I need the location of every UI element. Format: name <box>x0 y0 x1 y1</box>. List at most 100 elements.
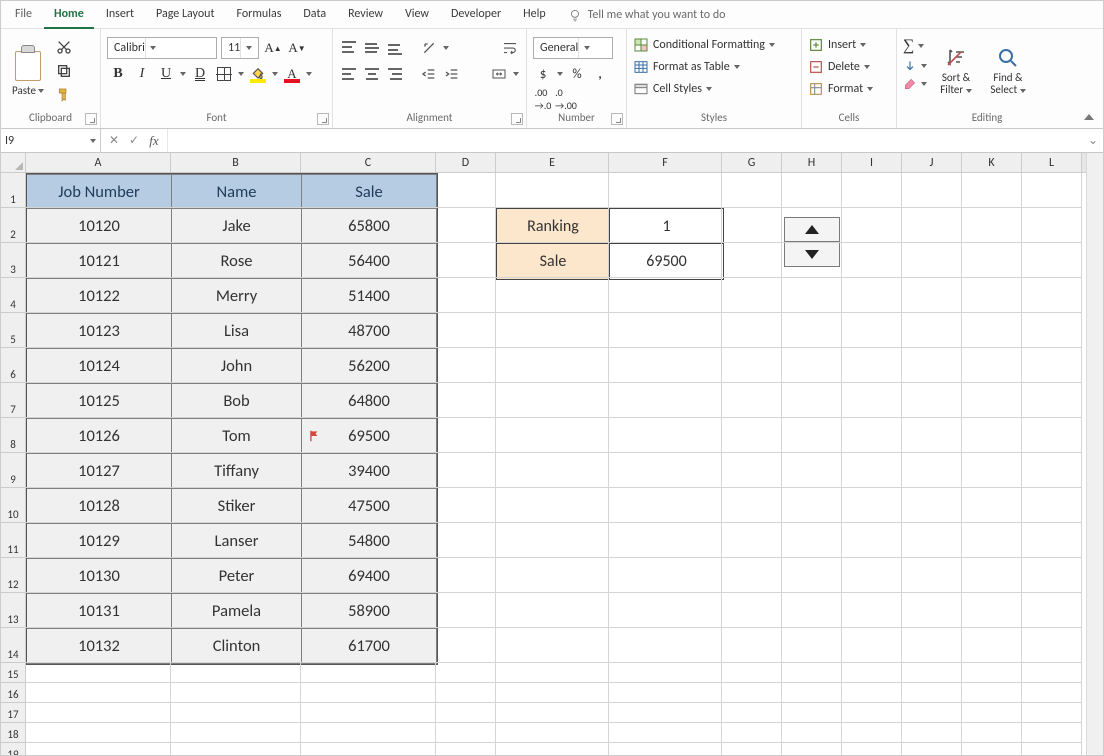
group-label-number: Number <box>533 109 620 128</box>
lightbulb-icon <box>568 8 582 22</box>
col-header-A[interactable]: A <box>26 153 171 172</box>
tab-data[interactable]: Data <box>293 2 336 27</box>
col-header-H[interactable]: H <box>782 153 842 172</box>
borders-dropdown[interactable] <box>237 63 245 85</box>
col-header-J[interactable]: J <box>902 153 962 172</box>
tab-review[interactable]: Review <box>338 2 393 27</box>
decrease-indent-button[interactable] <box>419 64 439 84</box>
accounting-format-button[interactable]: $ <box>533 64 553 84</box>
decrease-decimal-button[interactable]: .0→.00 <box>556 89 576 109</box>
fill-button[interactable] <box>903 59 927 73</box>
merge-dropdown[interactable] <box>512 63 520 85</box>
cancel-formula-button[interactable]: ✕ <box>105 132 123 150</box>
underline-dropdown[interactable] <box>179 63 187 85</box>
tab-page-layout[interactable]: Page Layout <box>146 2 224 27</box>
cells[interactable]: Job NumberNameSale10120Jake6580010121Ros… <box>26 173 1103 755</box>
cell-styles-button[interactable]: Cell Styles <box>633 81 795 97</box>
row-headers[interactable]: 1234567891011121314151617181920212223242… <box>1 173 26 755</box>
underline-button[interactable]: U <box>155 63 177 85</box>
collapse-ribbon-button[interactable] <box>1081 110 1097 124</box>
tab-view[interactable]: View <box>395 2 439 27</box>
group-styles: Conditional Formatting Format as Table C… <box>627 29 802 128</box>
col-header-G[interactable]: G <box>722 153 782 172</box>
formula-input[interactable] <box>168 129 1083 152</box>
tell-me-search[interactable]: Tell me what you want to do <box>568 8 726 22</box>
borders-button[interactable] <box>213 64 235 84</box>
align-middle-button[interactable] <box>362 38 382 58</box>
group-clipboard: Paste Clipboard <box>1 29 101 128</box>
format-cells-button[interactable]: Format <box>808 81 890 97</box>
font-name-combo[interactable]: Calibri <box>107 37 217 59</box>
clipboard-expand-icon[interactable] <box>85 113 97 125</box>
increase-font-button[interactable]: A▲ <box>263 38 283 58</box>
increase-indent-button[interactable] <box>442 64 462 84</box>
tab-file[interactable]: File <box>5 2 42 27</box>
paste-button[interactable]: Paste <box>7 33 49 109</box>
copy-button[interactable] <box>53 61 75 81</box>
col-header-L[interactable]: L <box>1022 153 1082 172</box>
accounting-dropdown[interactable] <box>556 63 564 85</box>
comma-button[interactable]: , <box>590 64 610 84</box>
expand-formula-bar-button[interactable]: ⌄ <box>1083 133 1103 148</box>
font-color-button[interactable]: A <box>281 64 303 84</box>
group-label-alignment: Alignment <box>339 109 520 128</box>
italic-button[interactable]: I <box>131 63 153 85</box>
double-underline-button[interactable]: D <box>189 63 211 85</box>
conditional-formatting-button[interactable]: Conditional Formatting <box>633 37 795 53</box>
align-top-button[interactable] <box>339 38 359 58</box>
number-format-combo[interactable]: General <box>533 37 613 59</box>
vertical-scrollbar[interactable] <box>1086 153 1103 755</box>
align-right-button[interactable] <box>385 64 405 84</box>
fill-color-dropdown[interactable] <box>271 63 279 85</box>
font-size-combo[interactable]: 11 <box>221 37 259 59</box>
tab-insert[interactable]: Insert <box>96 2 144 27</box>
sort-filter-button[interactable]: Sort & Filter <box>933 33 979 109</box>
align-left-button[interactable] <box>339 64 359 84</box>
col-header-K[interactable]: K <box>962 153 1022 172</box>
cut-button[interactable] <box>53 37 75 57</box>
percent-button[interactable]: % <box>567 64 587 84</box>
bold-button[interactable]: B <box>107 63 129 85</box>
autosum-button[interactable]: ∑ <box>903 37 927 55</box>
worksheet[interactable]: ABCDEFGHIJKL 123456789101112131415161718… <box>1 153 1103 755</box>
align-bottom-button[interactable] <box>385 38 405 58</box>
tab-help[interactable]: Help <box>513 2 556 27</box>
clipboard-icon <box>13 45 43 81</box>
font-expand-icon[interactable] <box>317 113 329 125</box>
tab-developer[interactable]: Developer <box>441 2 511 27</box>
fill-color-button[interactable] <box>247 64 269 84</box>
orientation-dropdown[interactable] <box>442 37 450 59</box>
increase-decimal-button[interactable]: .00→.0 <box>533 89 553 109</box>
format-as-table-button[interactable]: Format as Table <box>633 59 795 75</box>
find-select-button[interactable]: Find & Select <box>985 33 1031 109</box>
decrease-font-button[interactable]: A▼ <box>287 38 307 58</box>
delete-cells-button[interactable]: Delete <box>808 59 890 75</box>
group-label-styles: Styles <box>633 109 795 128</box>
col-header-C[interactable]: C <box>301 153 436 172</box>
insert-cells-button[interactable]: Insert <box>808 37 890 53</box>
name-box[interactable]: I9 <box>1 129 101 152</box>
col-header-I[interactable]: I <box>842 153 902 172</box>
number-expand-icon[interactable] <box>611 113 623 125</box>
tab-formulas[interactable]: Formulas <box>226 2 291 27</box>
font-color-dropdown[interactable] <box>305 63 313 85</box>
format-painter-button[interactable] <box>53 85 75 105</box>
fx-icon[interactable]: fx <box>145 132 163 150</box>
orientation-button[interactable] <box>419 38 439 58</box>
wrap-text-button[interactable] <box>500 38 520 58</box>
column-headers[interactable]: ABCDEFGHIJKL <box>26 153 1103 173</box>
tab-home[interactable]: Home <box>44 2 94 29</box>
enter-formula-button[interactable]: ✓ <box>125 132 143 150</box>
tell-me-label: Tell me what you want to do <box>588 8 726 22</box>
col-header-D[interactable]: D <box>436 153 496 172</box>
merge-center-button[interactable] <box>489 64 509 84</box>
col-header-E[interactable]: E <box>496 153 609 172</box>
col-header-B[interactable]: B <box>171 153 301 172</box>
group-number: General $ % , .00→.0 .0→.00 Number <box>527 29 627 128</box>
select-all-button[interactable] <box>1 153 26 173</box>
align-center-button[interactable] <box>362 64 382 84</box>
clear-button[interactable] <box>903 77 927 91</box>
col-header-F[interactable]: F <box>609 153 722 172</box>
alignment-expand-icon[interactable] <box>511 113 523 125</box>
group-cells: Insert Delete Format Cells <box>802 29 897 128</box>
